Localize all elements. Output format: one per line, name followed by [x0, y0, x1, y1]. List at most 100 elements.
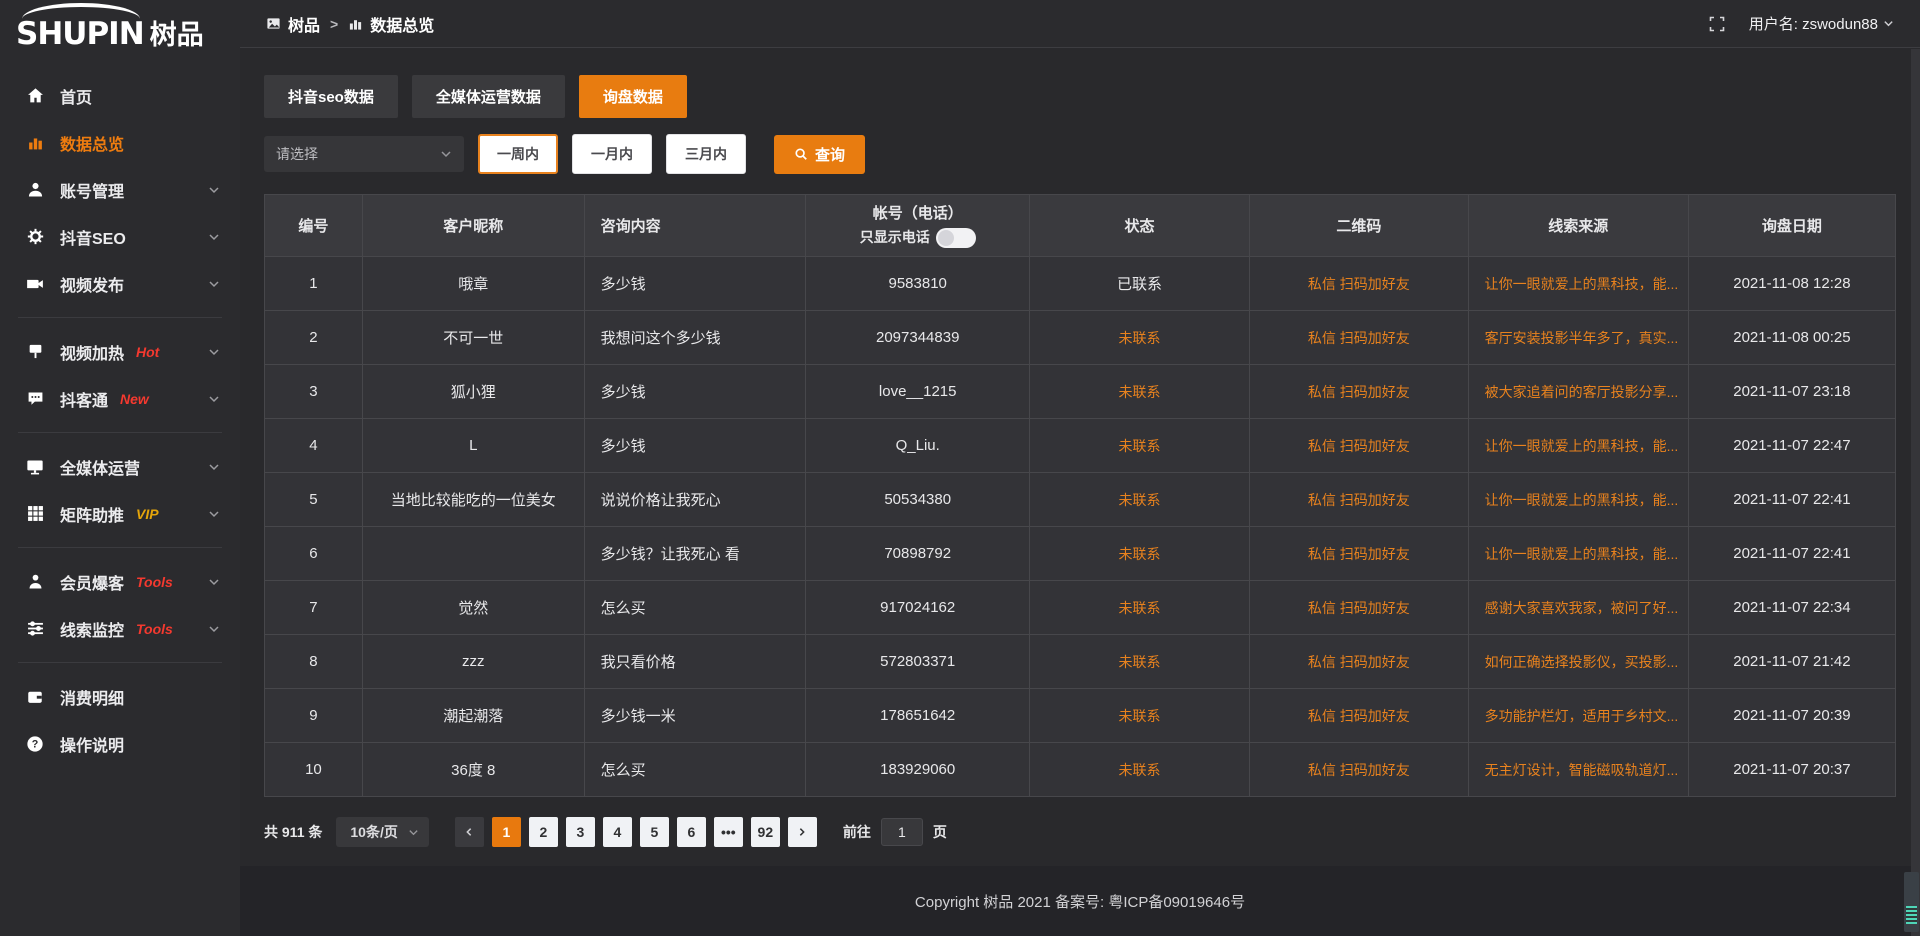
next-page-button[interactable] [788, 817, 817, 847]
source-link[interactable]: 让你一眼就爱上的黑科技，能... [1468, 527, 1688, 581]
qrcode-link[interactable]: 私信 扫码加好友 [1250, 365, 1469, 419]
cell-date: 2021-11-07 20:37 [1688, 743, 1895, 797]
cell-account: 183929060 [806, 743, 1029, 797]
page-button-6[interactable]: 6 [677, 817, 706, 847]
source-link[interactable]: 如何正确选择投影仪，买投影... [1468, 635, 1688, 689]
page-button-92[interactable]: 92 [751, 817, 780, 847]
cell-content: 我只看价格 [584, 635, 806, 689]
sidebar-item-6[interactable]: 视频加热Hot [0, 328, 240, 375]
sidebar-item-0[interactable]: 首页 [0, 72, 240, 119]
inquiry-table: 编号 客户昵称 咨询内容 帐号（电话） 只显示电话 状态 二维码 线索来源 询盘… [264, 194, 1896, 797]
scrollbar[interactable] [1911, 49, 1920, 936]
breadcrumb-item-current[interactable]: 数据总览 [348, 12, 434, 36]
page-button-2[interactable]: 2 [529, 817, 558, 847]
qrcode-link[interactable]: 私信 扫码加好友 [1250, 419, 1469, 473]
source-link[interactable]: 让你一眼就爱上的黑科技，能... [1468, 473, 1688, 527]
sidebar-item-7[interactable]: 抖客通New [0, 375, 240, 422]
cell-nickname: 觉然 [362, 581, 584, 635]
source-link[interactable]: 客厅安装投影半年多了，真实... [1468, 311, 1688, 365]
sidebar-item-9[interactable]: 全媒体运营 [0, 443, 240, 490]
cell-account: love__1215 [806, 365, 1029, 419]
sidebar-item-15[interactable]: 消费明细 [0, 673, 240, 720]
page-button-1[interactable]: 1 [492, 817, 521, 847]
sidebar-item-1[interactable]: 数据总览 [0, 119, 240, 166]
sidebar-item-label: 视频加热 [60, 340, 124, 364]
sidebar-item-10[interactable]: 矩阵助推VIP [0, 490, 240, 537]
sidebar-item-13[interactable]: 线索监控Tools [0, 605, 240, 652]
copyright-text: Copyright 树品 2021 备案号: 粤ICP备09019646号 [915, 891, 1245, 912]
tab-douyin-seo[interactable]: 抖音seo数据 [264, 75, 398, 118]
cell-account: 917024162 [806, 581, 1029, 635]
prev-page-button[interactable] [455, 817, 484, 847]
sidebar-item-3[interactable]: 抖音SEO [0, 213, 240, 260]
sidebar: SHUPIN 树品 首页数据总览账号管理抖音SEO视频发布视频加热Hot抖客通N… [0, 0, 240, 936]
sidebar-item-12[interactable]: 会员爆客Tools [0, 558, 240, 605]
page-button-5[interactable]: 5 [640, 817, 669, 847]
cell-nickname: 当地比较能吃的一位美女 [362, 473, 584, 527]
breadcrumb-item-home[interactable]: 树品 [266, 12, 320, 36]
source-link[interactable]: 无主灯设计，智能磁吸轨道灯... [1468, 743, 1688, 797]
breadcrumb-label: 树品 [288, 12, 320, 36]
wallet-icon [25, 688, 45, 706]
cell-content: 怎么买 [584, 743, 806, 797]
query-button[interactable]: 查询 [774, 135, 865, 174]
qrcode-link[interactable]: 私信 扫码加好友 [1250, 743, 1469, 797]
sidebar-item-label: 矩阵助推 [60, 502, 124, 526]
user-menu[interactable]: 用户名: zswodun88 [1749, 13, 1894, 34]
account-select[interactable]: 请选择 [264, 136, 464, 172]
chevron-down-icon [208, 623, 220, 635]
qrcode-link[interactable]: 私信 扫码加好友 [1250, 257, 1469, 311]
status-badge: 未联系 [1029, 527, 1249, 581]
source-link[interactable]: 让你一眼就爱上的黑科技，能... [1468, 419, 1688, 473]
source-link[interactable]: 感谢大家喜欢我家，被问了好... [1468, 581, 1688, 635]
pagination-pages: 123456 ••• 92 [492, 817, 788, 847]
period-button-week[interactable]: 一周内 [478, 134, 558, 174]
sidebar-item-2[interactable]: 账号管理 [0, 166, 240, 213]
member-icon [25, 573, 45, 591]
col-content: 咨询内容 [584, 195, 806, 257]
chevron-down-icon [1883, 18, 1894, 29]
tab-inquiry[interactable]: 询盘数据 [579, 75, 687, 118]
heat-icon [25, 343, 45, 361]
floating-widget[interactable] [1904, 872, 1919, 932]
source-link[interactable]: 被大家追着问的客厅投影分享... [1468, 365, 1688, 419]
filter-bar: 请选择 一周内 一月内 三月内 查询 [264, 134, 1896, 174]
period-button-month[interactable]: 一月内 [572, 134, 652, 174]
pagination-ellipsis[interactable]: ••• [714, 817, 743, 847]
help-icon: ? [25, 735, 45, 753]
fullscreen-icon[interactable] [1709, 16, 1725, 32]
sliders-icon [25, 620, 45, 638]
source-link[interactable]: 让你一眼就爱上的黑科技，能... [1468, 257, 1688, 311]
sidebar-item-label: 抖客通 [60, 387, 108, 411]
username-label: 用户名: zswodun88 [1749, 13, 1878, 34]
qrcode-link[interactable]: 私信 扫码加好友 [1250, 527, 1469, 581]
cell-no: 1 [265, 257, 363, 311]
sidebar-nav: 首页数据总览账号管理抖音SEO视频发布视频加热Hot抖客通New 全媒体运营矩阵助… [0, 58, 240, 767]
cell-date: 2021-11-07 22:47 [1688, 419, 1895, 473]
brand-name-en: SHUPIN [16, 16, 144, 52]
page-button-3[interactable]: 3 [566, 817, 595, 847]
status-badge: 已联系 [1029, 257, 1249, 311]
chevron-down-icon [208, 576, 220, 588]
sidebar-item-label: 全媒体运营 [60, 455, 140, 479]
search-icon [794, 147, 808, 161]
cell-nickname [362, 527, 584, 581]
sidebar-item-label: 首页 [60, 84, 92, 108]
goto-page-input[interactable] [881, 818, 923, 846]
period-button-quarter[interactable]: 三月内 [666, 134, 746, 174]
qrcode-link[interactable]: 私信 扫码加好友 [1250, 689, 1469, 743]
page-size-select[interactable]: 10条/页 [336, 817, 428, 847]
sidebar-item-16[interactable]: ?操作说明 [0, 720, 240, 767]
phone-only-toggle[interactable] [936, 228, 976, 248]
main-content: 抖音seo数据 全媒体运营数据 询盘数据 请选择 一周内 一月内 三月内 查询 … [240, 49, 1920, 866]
tab-omnimedia[interactable]: 全媒体运营数据 [412, 75, 565, 118]
page-button-4[interactable]: 4 [603, 817, 632, 847]
qrcode-link[interactable]: 私信 扫码加好友 [1250, 311, 1469, 365]
sidebar-item-4[interactable]: 视频发布 [0, 260, 240, 307]
col-status: 状态 [1029, 195, 1249, 257]
qrcode-link[interactable]: 私信 扫码加好友 [1250, 473, 1469, 527]
source-link[interactable]: 多功能护栏灯，适用于乡村文... [1468, 689, 1688, 743]
status-badge: 未联系 [1029, 689, 1249, 743]
qrcode-link[interactable]: 私信 扫码加好友 [1250, 581, 1469, 635]
qrcode-link[interactable]: 私信 扫码加好友 [1250, 635, 1469, 689]
